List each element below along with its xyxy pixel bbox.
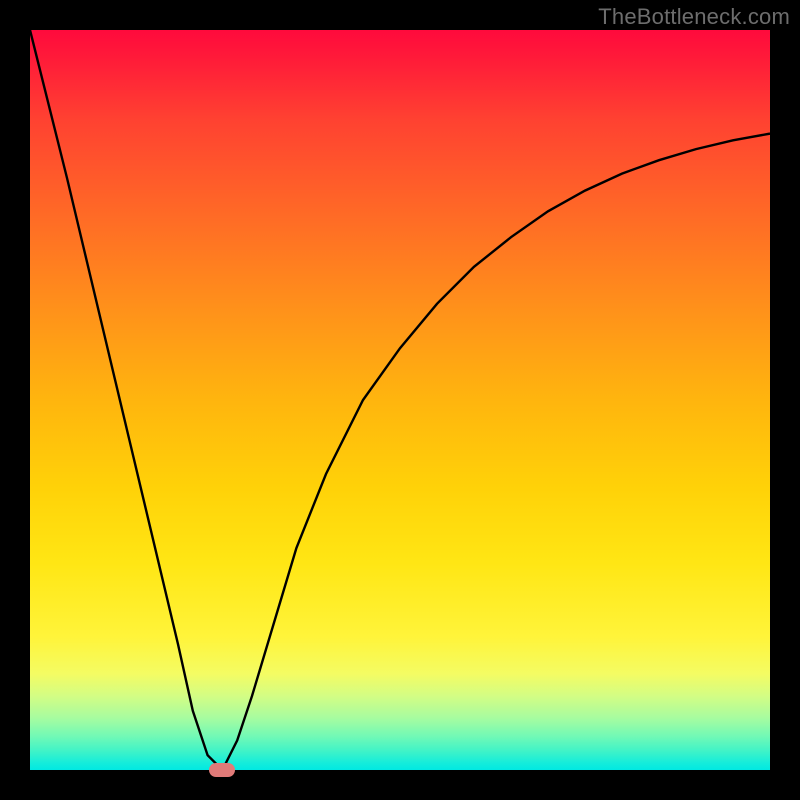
curve-path xyxy=(30,30,770,770)
watermark-text: TheBottleneck.com xyxy=(598,4,790,30)
bottleneck-curve xyxy=(30,30,770,770)
optimal-marker xyxy=(209,763,235,777)
chart-frame: TheBottleneck.com xyxy=(0,0,800,800)
plot-area xyxy=(30,30,770,770)
